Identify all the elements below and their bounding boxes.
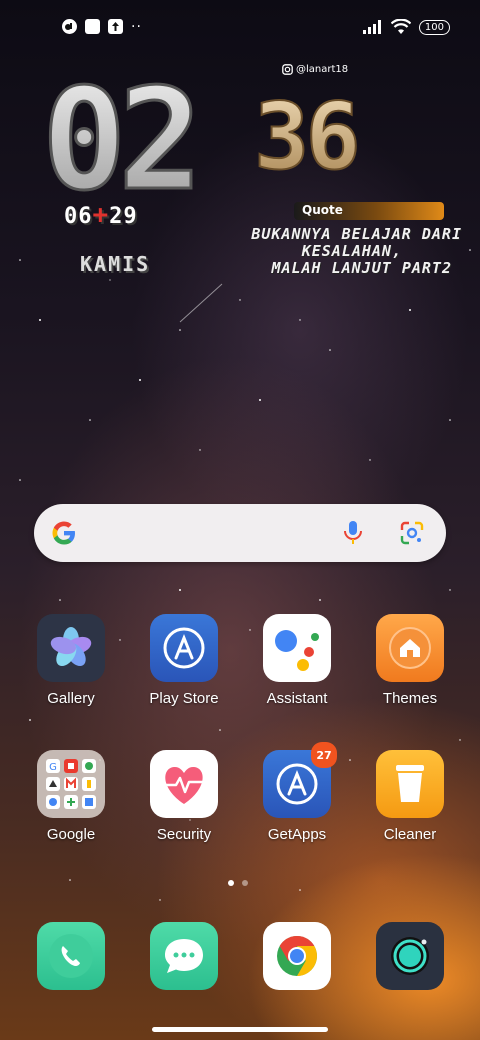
more-notifications-indicator: ·· bbox=[131, 18, 142, 35]
square-notification-icon bbox=[85, 19, 100, 34]
quote-header-bar: Quote bbox=[294, 202, 444, 220]
play-store-icon bbox=[150, 614, 218, 682]
phone-icon bbox=[37, 922, 105, 990]
message-icon bbox=[150, 922, 218, 990]
clock-hour: 02 bbox=[42, 60, 195, 200]
dock-phone[interactable] bbox=[21, 922, 121, 990]
svg-text:G: G bbox=[49, 762, 57, 773]
app-cleaner[interactable]: Cleaner bbox=[360, 750, 460, 843]
clock-widget[interactable]: 02 36 @lanart18 06+29 KAMIS Quote BUKANN… bbox=[42, 60, 462, 290]
app-label: GetApps bbox=[267, 826, 327, 843]
instagram-icon bbox=[282, 64, 293, 75]
handle-text: @lanart18 bbox=[296, 64, 349, 75]
camera-icon bbox=[376, 922, 444, 990]
date-right: 29 bbox=[109, 204, 138, 229]
google-lens-icon[interactable] bbox=[400, 521, 424, 545]
date-display: 06+29 bbox=[64, 200, 138, 230]
chrome-icon bbox=[263, 922, 331, 990]
app-label: Assistant bbox=[266, 690, 328, 707]
app-label: Themes bbox=[382, 690, 438, 707]
microphone-icon[interactable] bbox=[342, 520, 364, 546]
wifi-icon bbox=[390, 19, 411, 34]
status-bar: ·· 100 bbox=[0, 0, 480, 56]
app-label: Cleaner bbox=[383, 826, 437, 843]
google-folder-icon: G bbox=[37, 750, 105, 818]
gallery-flower-icon bbox=[37, 614, 105, 682]
page-dot bbox=[242, 880, 248, 886]
google-g-icon bbox=[52, 521, 75, 545]
quote-label: Quote bbox=[302, 203, 343, 217]
clock-digits: 02 36 bbox=[42, 60, 362, 200]
app-label: Gallery bbox=[47, 690, 95, 707]
quote-line: MALAH LANJUT PART2 bbox=[271, 259, 452, 277]
app-getapps[interactable]: 27 GetApps bbox=[247, 742, 347, 843]
upload-notification-icon bbox=[108, 19, 123, 34]
app-assistant[interactable]: Assistant bbox=[247, 614, 347, 707]
app-label: Play Store bbox=[149, 690, 219, 707]
app-label: Google bbox=[46, 826, 96, 843]
app-label: Security bbox=[156, 826, 212, 843]
app-play-store[interactable]: Play Store bbox=[134, 614, 234, 707]
app-notification-icon bbox=[62, 19, 77, 34]
quote-line: BUKANNYA BELAJAR DARI bbox=[251, 225, 462, 243]
assistant-icon bbox=[263, 614, 331, 682]
quote-line: KESALAHAN, bbox=[301, 242, 402, 260]
notification-icons: ·· bbox=[62, 19, 142, 34]
dock-messages[interactable] bbox=[134, 922, 234, 990]
page-dot-active bbox=[228, 880, 234, 886]
date-separator: + bbox=[92, 200, 110, 230]
page-indicator[interactable] bbox=[228, 880, 248, 886]
cleaner-trash-icon bbox=[376, 750, 444, 818]
app-security[interactable]: Security bbox=[134, 750, 234, 843]
clock-minute: 36 bbox=[254, 83, 357, 190]
google-search-bar[interactable] bbox=[34, 504, 446, 562]
system-icons: 100 bbox=[362, 19, 450, 35]
date-left: 06 bbox=[64, 204, 93, 229]
instagram-handle: @lanart18 bbox=[282, 64, 348, 75]
security-heart-icon bbox=[150, 750, 218, 818]
themes-house-icon bbox=[376, 614, 444, 682]
dock-chrome[interactable] bbox=[247, 922, 347, 990]
weekday: KAMIS bbox=[80, 252, 151, 276]
app-gallery[interactable]: Gallery bbox=[21, 614, 121, 707]
dock-camera[interactable] bbox=[360, 922, 460, 990]
gesture-home-bar[interactable] bbox=[152, 1027, 328, 1032]
quote-text: BUKANNYA BELAJAR DARI KESALAHAN, MALAH L… bbox=[192, 226, 462, 277]
app-themes[interactable]: Themes bbox=[360, 614, 460, 707]
signal-icon bbox=[362, 20, 381, 34]
notification-badge: 27 bbox=[311, 742, 337, 768]
app-folder-google[interactable]: G Google bbox=[21, 750, 121, 843]
battery-indicator: 100 bbox=[418, 19, 450, 35]
